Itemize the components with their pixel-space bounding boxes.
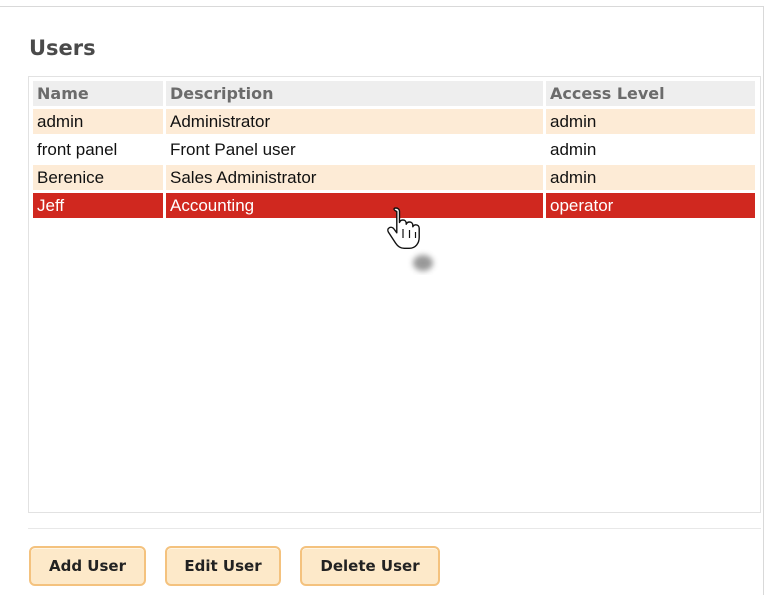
edit-user-button[interactable]: Edit User [165, 546, 281, 586]
delete-user-button[interactable]: Delete User [300, 546, 440, 586]
column-header-description[interactable]: Description [166, 81, 543, 106]
panel-top-border [0, 6, 764, 7]
cell-access-level: admin [546, 137, 755, 162]
column-header-access-level[interactable]: Access Level [546, 81, 755, 106]
cell-description: Administrator [166, 109, 543, 134]
cell-name: admin [33, 109, 163, 134]
cell-description: Accounting [166, 193, 543, 218]
cell-access-level: operator [546, 193, 755, 218]
page-title: Users [29, 36, 96, 60]
add-user-button[interactable]: Add User [29, 546, 146, 586]
cell-access-level: admin [546, 109, 755, 134]
column-header-name[interactable]: Name [33, 81, 163, 106]
cell-name: Berenice [33, 165, 163, 190]
cell-name: Jeff [33, 193, 163, 218]
users-table[interactable]: Name Description Access Level admin Admi… [28, 76, 761, 513]
cell-name: front panel [33, 137, 163, 162]
hand-pointer-icon [387, 207, 433, 271]
divider [28, 528, 761, 529]
cell-access-level: admin [546, 165, 755, 190]
cell-description: Sales Administrator [166, 165, 543, 190]
cell-description: Front Panel user [166, 137, 543, 162]
